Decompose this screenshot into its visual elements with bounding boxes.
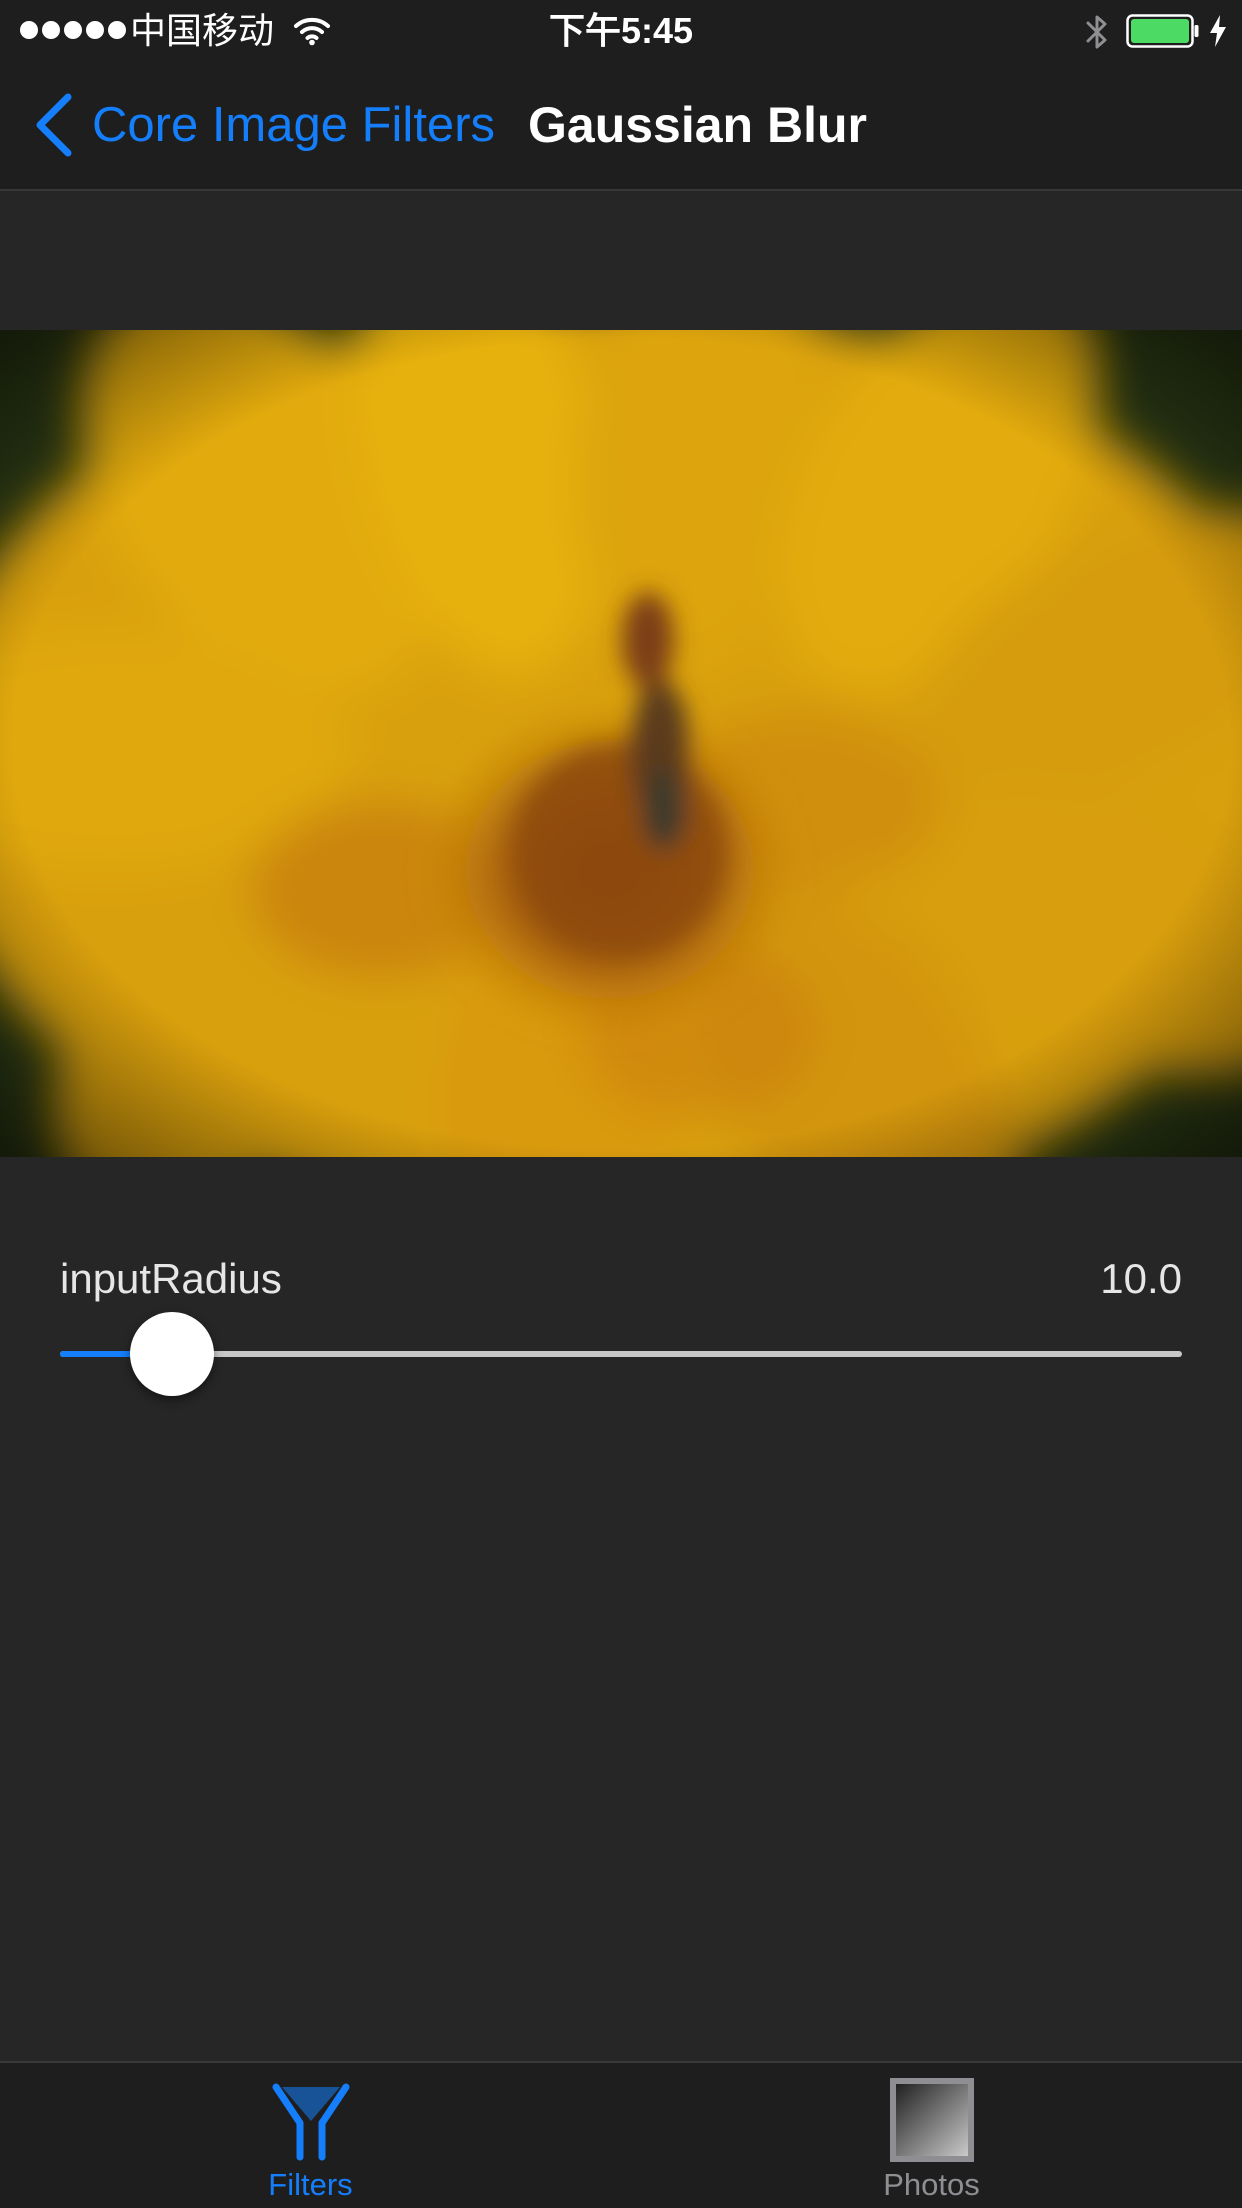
filter-y-icon [272,2083,350,2161]
tab-filters-label: Filters [268,2167,353,2202]
tab-photos-label: Photos [883,2167,980,2202]
bluetooth-icon [1086,15,1107,49]
tab-filters[interactable]: Filters [0,2063,621,2208]
photo-square-icon [890,2078,974,2162]
tab-bar: Filters Photos [0,2061,1242,2208]
slider-track [60,1351,1182,1357]
back-button[interactable]: Core Image Filters [30,92,495,158]
status-time: 下午5:45 [548,10,694,51]
parameter-value-label: 10.0 [1100,1255,1182,1302]
parameter-name-label: inputRadius [60,1255,282,1302]
charging-icon [1210,15,1226,47]
page-title: Gaussian Blur [528,97,867,153]
battery-icon [1126,14,1199,48]
slider-thumb[interactable] [130,1312,214,1396]
status-bar: 中国移动 下午5:45 [0,0,1242,62]
navigation-bar: Core Image Filters Gaussian Blur [0,62,1242,191]
input-radius-slider[interactable] [60,1312,1182,1396]
back-button-label: Core Image Filters [92,98,496,152]
chevron-left-icon [36,93,72,157]
tab-photos[interactable]: Photos [621,2063,1242,2208]
filtered-photo-image [0,330,1242,1157]
